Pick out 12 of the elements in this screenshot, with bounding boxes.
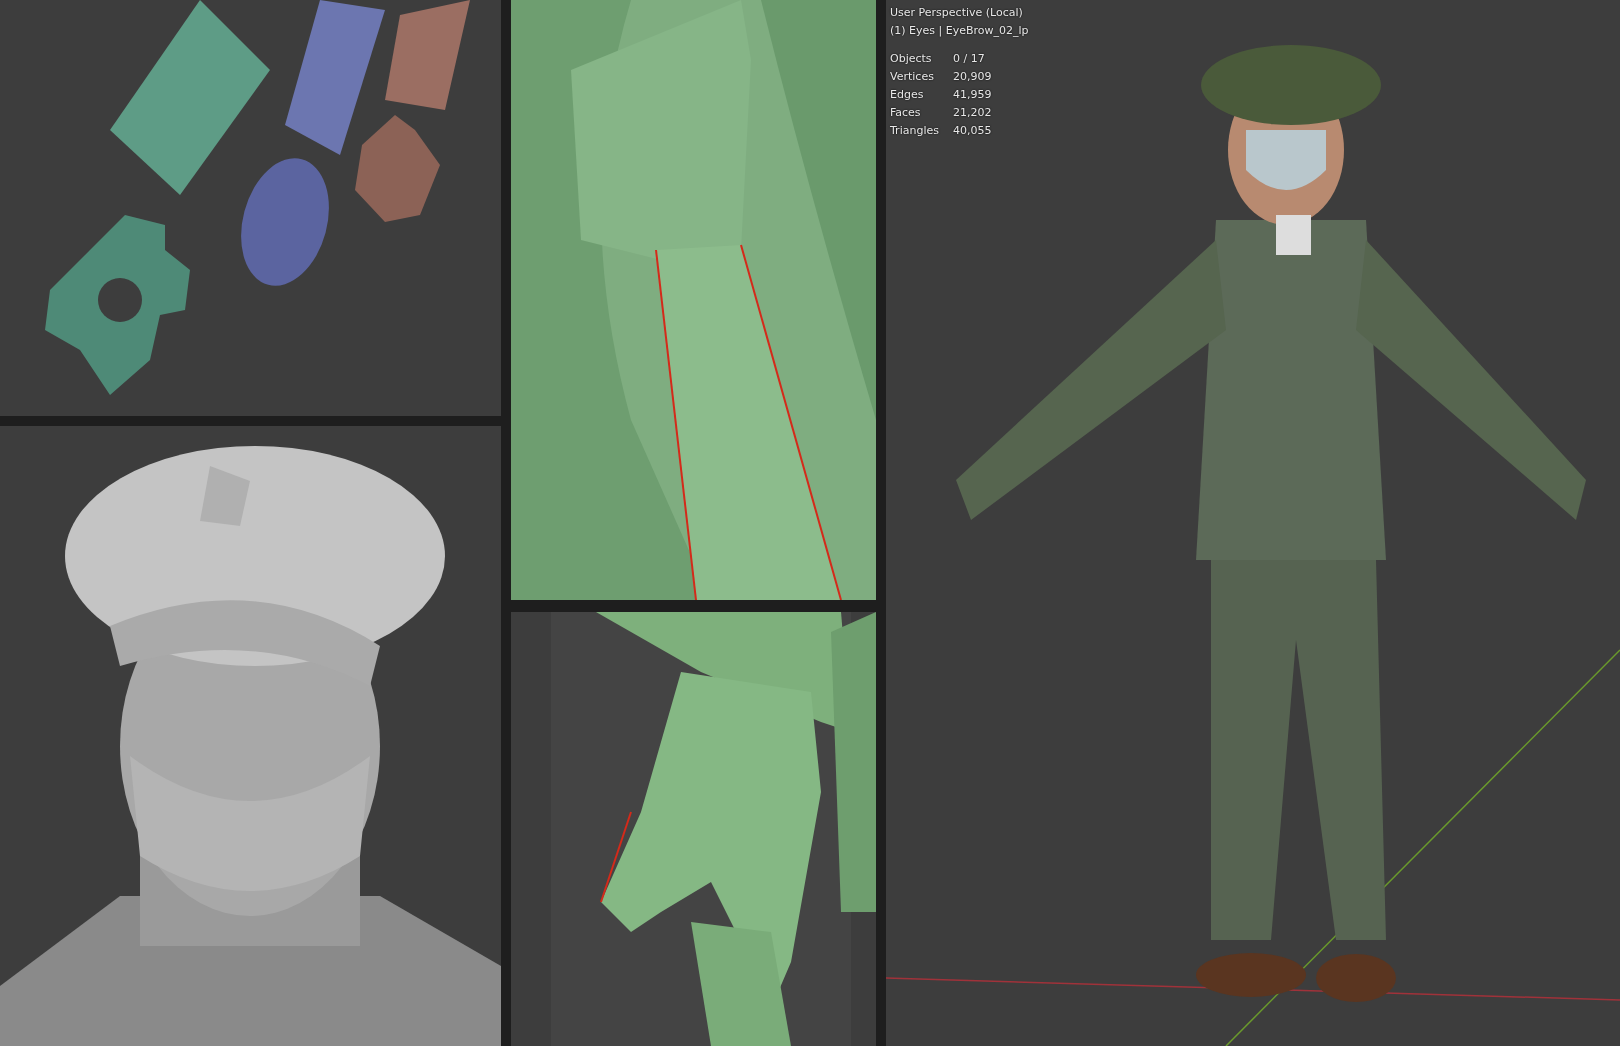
stat-label: Faces (890, 105, 922, 121)
stat-value: 21,202 (952, 105, 992, 121)
stat-label: Edges (890, 87, 925, 103)
stat-label: Vertices (890, 69, 935, 85)
stat-value: 20,909 (952, 69, 992, 85)
stat-value: 41,959 (952, 87, 992, 103)
stat-label: Objects (890, 51, 933, 67)
stat-label: Triangles (890, 123, 939, 139)
stat-value: 40,055 (952, 123, 992, 139)
object-name: (1) Eyes | EyeBrow_02_lp (890, 24, 1029, 37)
view-title: User Perspective (Local) (890, 6, 1023, 19)
stat-value: 0 / 17 (952, 51, 986, 67)
